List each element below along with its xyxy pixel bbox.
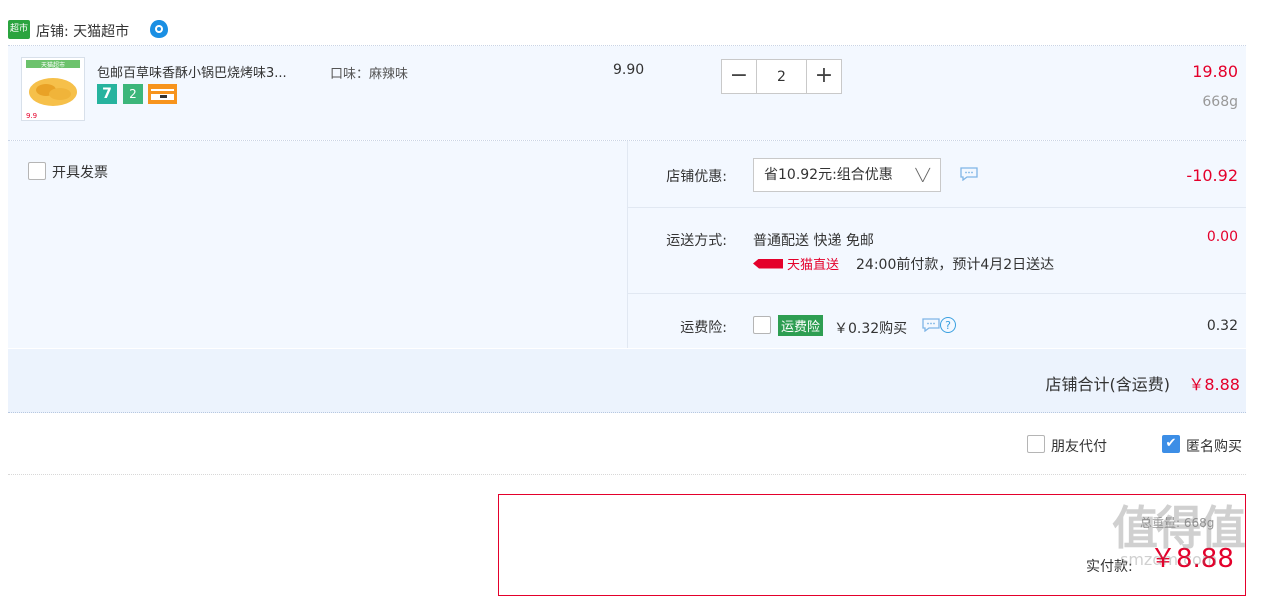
message-icon[interactable] [960, 167, 978, 181]
delivery-estimate: 24:00前付款，预计4月2日送达 [856, 257, 1055, 273]
increase-quantity-button[interactable]: + [806, 60, 841, 93]
invoice-label[interactable]: 开具发票 [52, 162, 108, 182]
shop-total-label: 店铺合计(含运费) [1045, 375, 1171, 394]
shipping-method-label: 运送方式: [666, 233, 727, 249]
unit-price: 9.90 [613, 62, 645, 78]
smzdm-watermark-url: smzdm.com [1120, 550, 1218, 569]
item-weight: 668g [1202, 94, 1238, 110]
quantity-input[interactable] [757, 60, 806, 93]
divider [628, 207, 1246, 208]
shop-name[interactable]: 店铺: 天猫超市 [36, 21, 129, 41]
smzdm-watermark: 值得值 [1112, 501, 1246, 555]
friend-pay-label[interactable]: 朋友代付 [1051, 436, 1107, 456]
friend-pay-checkbox[interactable] [1027, 435, 1045, 453]
invoice-checkbox[interactable] [28, 162, 46, 180]
shipping-insurance-checkbox[interactable] [753, 316, 771, 334]
quantity-stepper[interactable]: − + [721, 59, 842, 94]
divider [8, 474, 1246, 475]
cart-item-row [8, 46, 1246, 140]
shipping-insurance-label: 运费险: [680, 320, 727, 336]
shipping-method-value: 普通配送 快递 免邮 [753, 233, 874, 249]
shop-discount-value: 省10.92元:组合优惠 [764, 167, 893, 183]
tmall-supermarket-logo: 超市 [8, 20, 30, 39]
thumb-price-text: 9.9 [26, 112, 37, 120]
product-sku: 口味：麻辣味 [330, 67, 409, 82]
shop-discount-select[interactable]: 省10.92元:组合优惠 ╲╱ [753, 158, 941, 192]
product-image: 天猫超市 9.9 [22, 58, 84, 120]
seven-day-return-icon: 7 [97, 84, 117, 104]
anonymous-purchase-checkbox[interactable]: ✔ [1162, 435, 1180, 453]
delivery-truck-icon [753, 258, 783, 269]
tmall-express-text: 天猫直送 [787, 258, 840, 273]
checkmark-icon: ✔ [1165, 436, 1177, 451]
decrease-quantity-button[interactable]: − [722, 60, 757, 93]
item-subtotal: 19.80 [1192, 62, 1238, 81]
guarantee-icon: 2 [123, 84, 143, 104]
shipping-insurance-badge: 运费险 [778, 315, 824, 336]
shop-discount-label: 店铺优惠: [666, 169, 727, 185]
wangwang-chat-icon[interactable] [149, 19, 169, 39]
help-icon[interactable]: ? [940, 317, 956, 333]
shipping-amount: 0.00 [1206, 229, 1238, 245]
shop-total-amount: ￥8.88 [1188, 375, 1240, 394]
tmall-express-badge: 天猫直送 [753, 254, 839, 273]
chevron-down-icon: ╲╱ [915, 168, 930, 182]
divider [628, 293, 1246, 294]
shipping-insurance-amount: 0.32 [1206, 318, 1238, 334]
credit-card-icon [148, 84, 177, 104]
shipping-insurance-price: ￥0.32购买 [834, 321, 908, 337]
shop-discount-amount: -10.92 [1186, 166, 1238, 185]
anonymous-purchase-label[interactable]: 匿名购买 [1186, 436, 1242, 456]
message-icon[interactable] [922, 318, 940, 332]
thumb-brand-text: 天猫超市 [41, 61, 65, 69]
product-thumbnail[interactable]: 天猫超市 9.9 [21, 57, 85, 121]
product-title-link[interactable]: 包邮百草味香酥小锅巴烧烤味3... [97, 62, 319, 81]
